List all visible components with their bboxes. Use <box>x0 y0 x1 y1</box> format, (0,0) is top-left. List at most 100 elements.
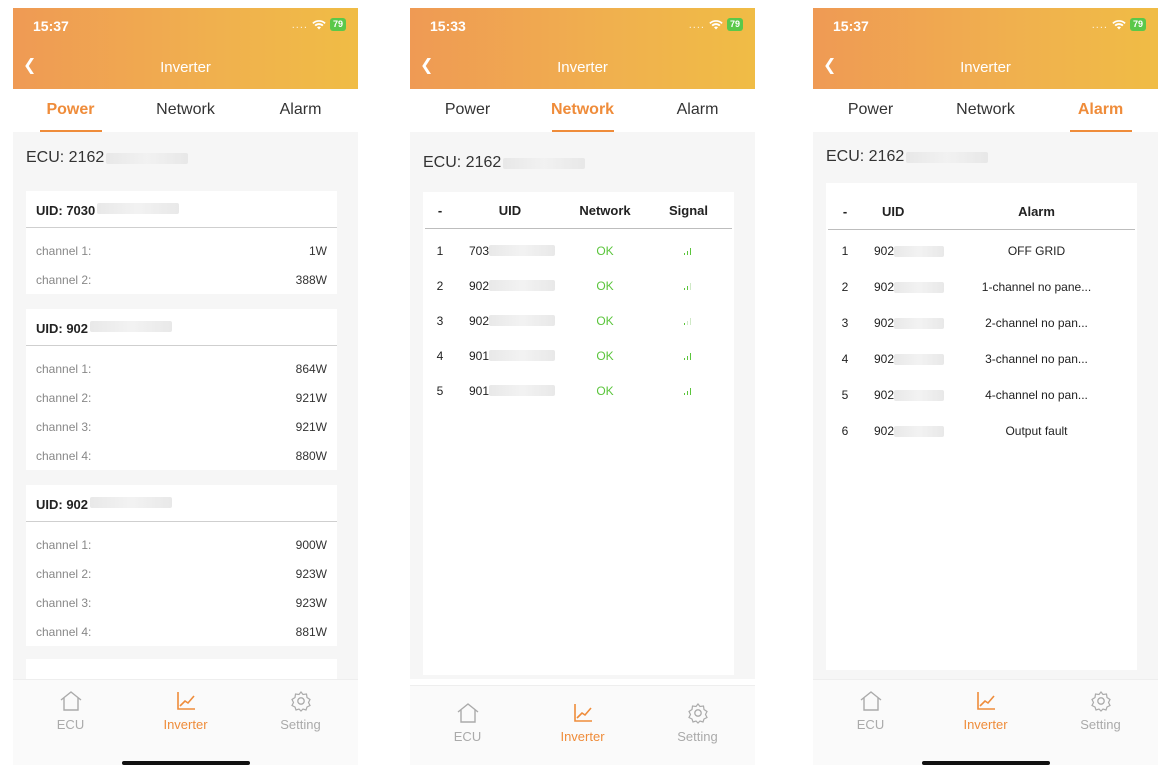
channel-value: 880W <box>295 448 327 463</box>
redacted-text <box>894 317 944 329</box>
nav-setting[interactable]: Setting <box>243 680 358 765</box>
channel-row: channel 1: 900W <box>26 530 337 559</box>
table-row: 2 902 OK <box>425 268 732 303</box>
wifi-icon <box>709 19 723 29</box>
channel-row: channel 1: 1W <box>26 236 337 265</box>
row-signal <box>645 349 732 363</box>
house-icon <box>860 691 881 711</box>
tab-power[interactable]: Power <box>13 89 128 132</box>
channel-value: 923W <box>295 566 327 581</box>
channel-label: channel 1: <box>36 537 92 552</box>
channel-row: channel 1: 864W <box>26 354 337 383</box>
signal-dots-icon: .... <box>1091 18 1108 31</box>
row-alarm: 4-channel no pan... <box>985 388 1088 402</box>
channel-label: channel 2: <box>36 272 92 287</box>
row-signal <box>645 314 732 328</box>
alarm-screen: 15:37 .... 79 ❮ Inverter Power Network A… <box>813 8 1158 765</box>
table-row: 5 902 4-channel no pan... <box>828 377 1135 413</box>
channel-label: channel 2: <box>36 390 92 405</box>
redacted-text <box>894 389 944 401</box>
channel-value: 881W <box>295 624 327 639</box>
redacted-text <box>894 353 944 365</box>
nav-ecu[interactable]: ECU <box>13 680 128 765</box>
col-header: Signal <box>668 202 708 218</box>
col-header: UID <box>882 203 905 219</box>
row-index: 3 <box>841 316 849 330</box>
col-header: UID <box>498 202 522 218</box>
redacted-text <box>503 157 586 169</box>
row-index: 5 <box>436 383 444 398</box>
nav-inverter[interactable]: Inverter <box>928 680 1043 765</box>
nav-inverter[interactable]: Inverter <box>128 680 243 765</box>
page-title: Inverter <box>160 59 211 76</box>
table-header: - UID Alarm <box>828 193 1135 230</box>
tab-alarm[interactable]: Alarm <box>640 89 755 132</box>
table-row: 6 902 Output fault <box>828 413 1135 449</box>
nav-ecu[interactable]: ECU <box>813 680 928 765</box>
tab-alarm[interactable]: Alarm <box>1043 89 1158 132</box>
row-alarm: 2-channel no pan... <box>985 316 1088 330</box>
nav-ecu[interactable]: ECU <box>410 686 525 765</box>
tab-network[interactable]: Network <box>928 89 1043 132</box>
redacted-text <box>894 281 944 293</box>
table-row: 5 901 OK <box>425 373 732 408</box>
nav-setting[interactable]: Setting <box>1043 680 1158 765</box>
redacted-text <box>489 245 556 256</box>
nav-label: Inverter <box>560 729 605 744</box>
uid-text: 703 <box>469 243 490 258</box>
row-alarm: 3-channel no pan... <box>985 352 1088 366</box>
tab-bar: Power Network Alarm <box>813 89 1158 132</box>
nav-setting[interactable]: Setting <box>640 686 755 765</box>
ecu-label: ECU: 2162 <box>826 148 905 165</box>
table-row: 1 902 OFF GRID <box>828 233 1135 269</box>
ecu-id: ECU: 2162 <box>26 149 189 167</box>
row-uid: 901 <box>455 384 565 398</box>
uid-text: 902 <box>874 388 895 402</box>
header: 15:37 .... 79 ❮ Inverter <box>13 8 358 89</box>
redacted-text <box>489 315 556 326</box>
battery-icon: 79 <box>329 18 346 31</box>
status-indicators: .... 79 <box>689 18 743 31</box>
tab-network[interactable]: Network <box>525 89 640 132</box>
channel-label: channel 2: <box>36 566 92 581</box>
channel-label: channel 3: <box>36 595 92 610</box>
ecu-id: ECU: 2162 <box>423 154 586 172</box>
row-index: 1 <box>436 243 444 258</box>
status-time: 15:37 <box>833 18 869 34</box>
tab-bar: Power Network Alarm <box>410 89 755 132</box>
tab-network[interactable]: Network <box>128 89 243 132</box>
channel-label: channel 4: <box>36 448 92 463</box>
channel-label: channel 3: <box>36 419 92 434</box>
status-indicators: .... 79 <box>292 18 346 31</box>
channel-row: channel 4: 881W <box>26 617 337 646</box>
channel-label: channel 1: <box>36 243 92 258</box>
row-index: 4 <box>841 352 849 366</box>
tab-power[interactable]: Power <box>410 89 525 132</box>
channel-value: 921W <box>295 390 327 405</box>
row-signal <box>645 384 732 398</box>
nav-label: ECU <box>856 717 885 732</box>
col-header: - <box>437 202 443 218</box>
redacted-text <box>90 497 173 508</box>
power-list[interactable]: ECU: 2162 UID: 7030 channel 1: 1W channel… <box>13 132 358 679</box>
uid-text: 902 <box>874 424 895 438</box>
header: 15:33 .... 79 ❮ Inverter <box>410 8 755 89</box>
row-network-status: OK <box>596 278 614 293</box>
row-uid: 902 <box>455 314 565 328</box>
row-index: 5 <box>841 388 849 402</box>
uid-text: 902 <box>874 280 895 294</box>
channel-row: channel 3: 923W <box>26 588 337 617</box>
tab-power[interactable]: Power <box>813 89 928 132</box>
channel-row: channel 2: 923W <box>26 559 337 588</box>
nav-inverter[interactable]: Inverter <box>525 686 640 765</box>
uid-label: UID: 902 <box>36 321 89 336</box>
tab-alarm[interactable]: Alarm <box>243 89 358 132</box>
redacted-text <box>489 385 556 396</box>
channel-row: channel 2: 388W <box>26 265 337 294</box>
home-indicator <box>921 761 1050 765</box>
channel-label: channel 1: <box>36 361 92 376</box>
channel-value: 864W <box>295 361 327 376</box>
uid-text: 902 <box>469 278 490 293</box>
row-network-status: OK <box>596 348 614 363</box>
row-network-status: OK <box>596 313 614 328</box>
